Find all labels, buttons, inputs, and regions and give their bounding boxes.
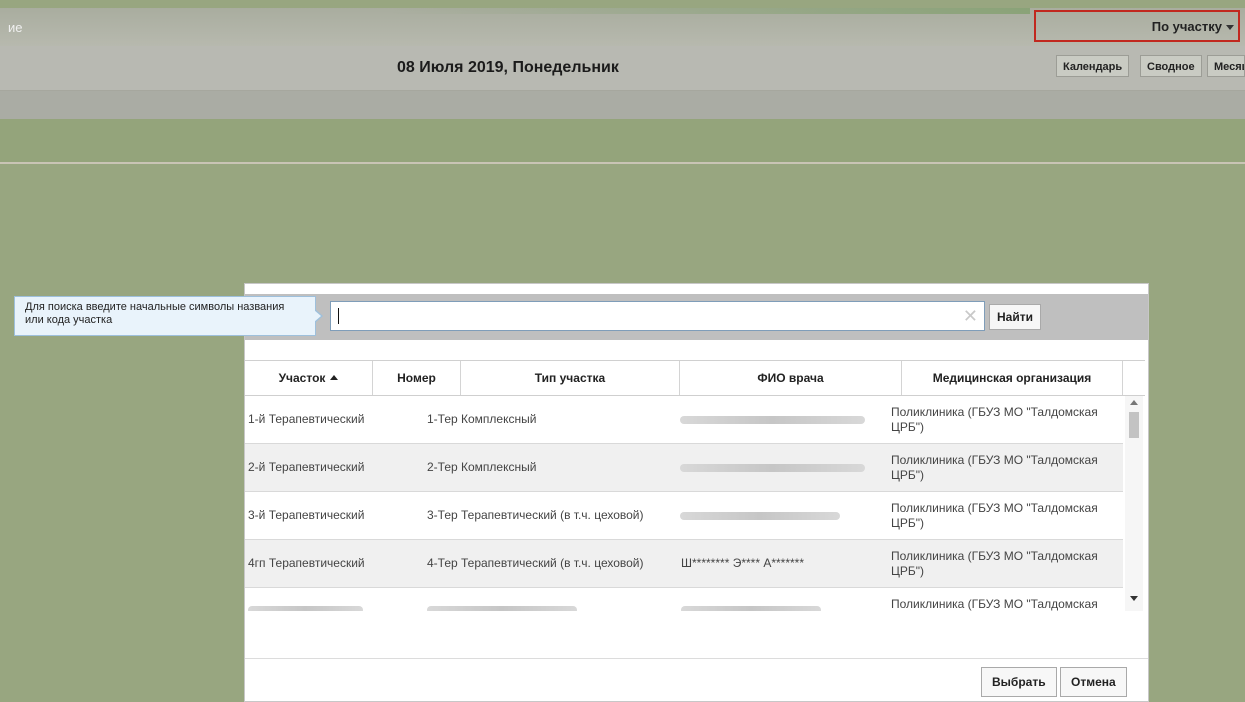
search-hint-tooltip: Для поиска введите начальные символы наз… [14,296,323,336]
clipped-type-text [427,606,577,611]
current-date: 08 Июля 2019, Понедельник [397,59,619,76]
table-row[interactable]: 4гп Терапевтический 4-Тер Терапевтически… [245,540,1123,588]
table-scrollbar[interactable] [1125,396,1143,611]
cell-number: 3-Тер [427,508,458,522]
cell-area: 4гп Терапевтический [248,556,365,570]
table-row[interactable]: 2-й Терапевтический 2-Тер Комплексный По… [245,444,1123,492]
search-bar: ✕ Найти [245,294,1148,340]
table-row[interactable]: 1-й Терапевтический 1-Тер Комплексный По… [245,396,1123,444]
table-row[interactable]: 3-й Терапевтический 3-Тер Терапевтически… [245,492,1123,540]
dialog-footer: Выбрать Отмена [245,658,1148,702]
column-header-label: Тип участка [534,371,606,385]
clipped-area-text [248,606,363,611]
title-fragment: ие [8,20,23,35]
table-header: Участок Номер Тип участка ФИО врача Меди… [245,361,1145,396]
column-header-label: Медицинская организация [932,371,1092,385]
cell-type: Комплексный [461,460,537,474]
toolbar-band [0,91,1245,119]
tooltip-text: Для поиска введите начальные символы наз… [25,301,285,326]
select-button[interactable]: Выбрать [981,667,1057,697]
blurred-doctor-name [680,416,865,424]
column-header-label: ФИО врача [757,371,824,385]
tooltip-arrow-fill [314,310,321,322]
column-header-organization[interactable]: Медицинская организация [902,361,1123,395]
summary-view-button[interactable]: Сводное [1140,55,1202,77]
column-header-area[interactable]: Участок [245,361,373,395]
cell-number: 2-Тер [427,460,458,474]
cell-organization: Поликлиника (ГБУЗ МО "Талдомская [891,597,1098,611]
find-button[interactable]: Найти [989,304,1041,330]
blurred-doctor-name [680,464,865,472]
cell-type: Терапевтический (в т.ч. цеховой) [461,556,644,570]
area-select-dialog: ✕ Найти Участок Номер Тип участка ФИО вр… [244,283,1149,702]
clear-icon[interactable]: ✕ [963,307,978,325]
view-selector-dropdown[interactable]: По участку [1034,10,1240,42]
cell-area: 2-й Терапевтический [248,460,365,474]
clipped-doctor-text [681,606,821,611]
schedule-band [0,119,1245,164]
cell-number: 4-Тер [427,556,458,570]
calendar-view-button[interactable]: Календарь [1056,55,1130,77]
sort-asc-icon [330,375,339,380]
view-selector-label: По участку [1151,19,1222,34]
blurred-doctor-name [680,512,840,520]
cell-area: 3-й Терапевтический [248,508,365,522]
chevron-down-icon [1226,25,1234,30]
text-cursor [338,308,339,324]
column-header-label: Номер [397,371,436,385]
scroll-up-icon[interactable] [1130,400,1138,405]
search-input[interactable]: ✕ [330,301,985,331]
decorative-stripe [390,8,1030,14]
cell-area: 1-й Терапевтический [248,412,365,426]
column-header-type[interactable]: Тип участка [461,361,680,395]
month-view-button[interactable]: Месяц [1207,55,1245,77]
date-bar: 08 Июля 2019, Понедельник Календарь Свод… [0,46,1245,91]
table-row[interactable]: Поликлиника (ГБУЗ МО "Талдомская [245,588,1123,611]
cancel-button[interactable]: Отмена [1060,667,1127,697]
cell-type: Комплексный [461,412,537,426]
column-header-number[interactable]: Номер [373,361,461,395]
scroll-down-icon[interactable] [1130,596,1138,601]
column-header-doctor[interactable]: ФИО врача [680,361,902,395]
cell-number: 1-Тер [427,412,458,426]
cell-type: Терапевтический (в т.ч. цеховой) [461,508,644,522]
column-header-label: Участок [278,371,326,385]
area-table: Участок Номер Тип участка ФИО врача Меди… [245,360,1145,611]
scroll-thumb[interactable] [1129,412,1139,438]
cell-doctor: Ш******** Э**** А******* [681,556,805,570]
